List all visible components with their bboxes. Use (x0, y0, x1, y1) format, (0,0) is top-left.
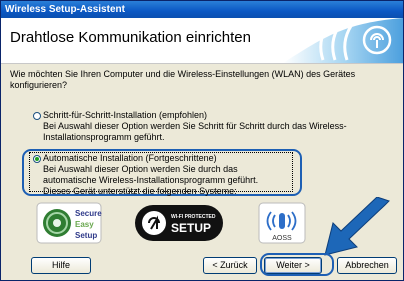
aoss-text: AOSS (272, 235, 292, 242)
wizard-header: Drahtlose Kommunikation einrichten (1, 18, 403, 64)
question-text: Wie möchten Sie Ihren Computer und die W… (10, 69, 356, 90)
aoss-logo: AOSS (258, 202, 306, 244)
page-title: Drahtlose Kommunikation einrichten (10, 29, 251, 46)
option-label: Schritt-für-Schritt-Installation (empfoh… (43, 110, 208, 120)
ses-line3: Setup (75, 231, 97, 240)
logos-svg: Secure Easy Setup WI-FI PROTECTED SETUP (36, 202, 306, 244)
option-description: Bei Auswahl dieser Option werden Sie Sch… (43, 121, 347, 142)
cancel-button[interactable]: Abbrechen (337, 257, 397, 274)
pointer-arrow-icon (324, 197, 390, 256)
radio-step-by-step[interactable] (33, 112, 41, 120)
option-description: Bei Auswahl dieser Option werden Sie dur… (43, 164, 259, 185)
option-automatic[interactable]: Automatische Installation (Fortgeschritt… (43, 153, 293, 197)
setup-wizard-window: Wireless Setup-Assistent Drahtlose Kommu… (0, 0, 404, 281)
option-step-by-step[interactable]: Schritt-für-Schritt-Installation (empfoh… (43, 110, 373, 143)
ses-line2: Easy (75, 220, 94, 229)
radio-automatic[interactable] (33, 155, 41, 163)
wireless-swoosh-icon (283, 18, 403, 63)
ses-line1: Secure (75, 209, 102, 218)
option-label: Automatische Installation (Fortgeschritt… (43, 153, 217, 163)
supported-systems-logos: Secure Easy Setup WI-FI PROTECTED SETUP (35, 201, 335, 245)
next-button-highlight (260, 253, 334, 276)
secure-easy-setup-logo: Secure Easy Setup (36, 202, 102, 244)
wps-big-text: SETUP (171, 221, 211, 235)
button-bar: Hilfe < Zurück Weiter > Abbrechen (1, 251, 403, 280)
wps-small-text: WI-FI PROTECTED (171, 214, 216, 220)
wifi-protected-setup-logo: WI-FI PROTECTED SETUP (135, 205, 223, 241)
help-button[interactable]: Hilfe (31, 257, 91, 274)
window-title: Wireless Setup-Assistent (1, 1, 403, 18)
supported-systems-text: Dieses Gerät unterstützt die folgenden S… (43, 186, 237, 196)
back-button[interactable]: < Zurück (203, 257, 257, 274)
